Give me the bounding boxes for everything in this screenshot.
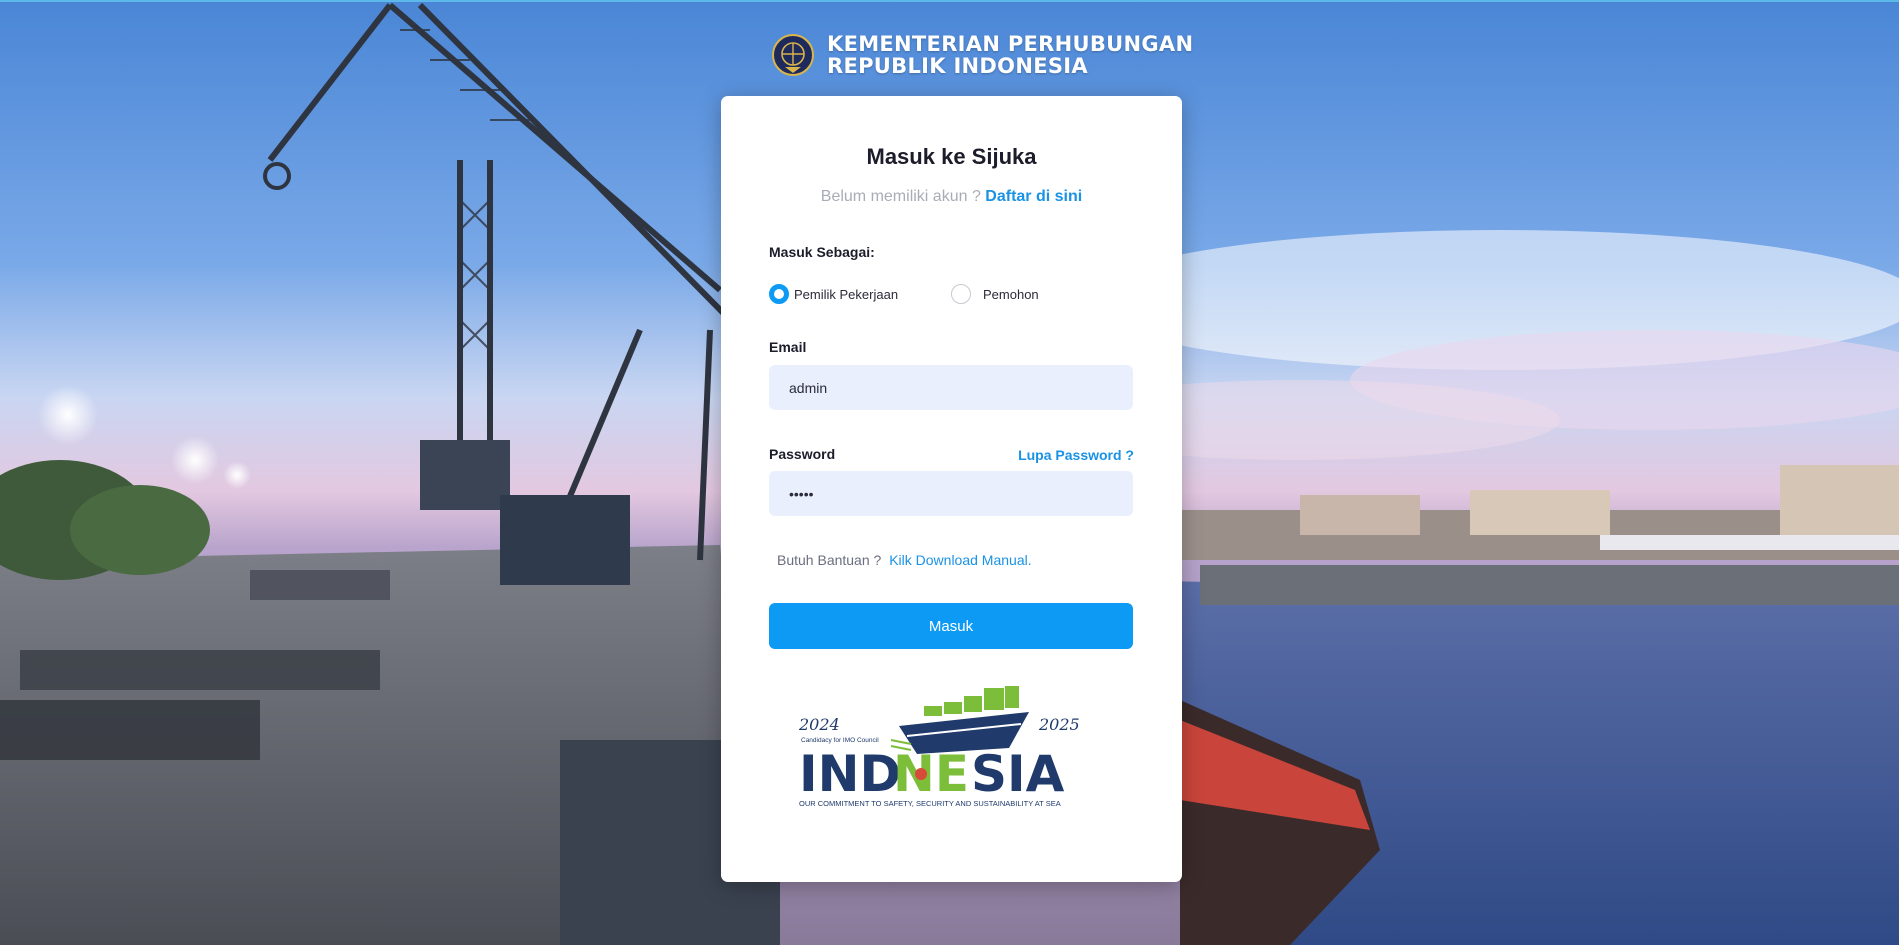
top-accent-line xyxy=(0,0,1899,2)
help-text: Butuh Bantuan ? xyxy=(777,552,882,568)
role-option-label: Pemilik Pekerjaan xyxy=(794,286,899,302)
role-label: Masuk Sebagai: xyxy=(769,244,875,260)
role-radio-pemilik-pekerjaan[interactable]: Pemilik Pekerjaan xyxy=(769,284,949,304)
no-account-text: Belum memiliki akun ? xyxy=(820,188,981,205)
register-prompt: Belum memiliki akun ? Daftar di sini xyxy=(721,188,1182,206)
logo-word-ne: NE xyxy=(893,745,969,803)
password-label: Password xyxy=(769,446,836,462)
email-field[interactable] xyxy=(769,365,1133,410)
register-link[interactable]: Daftar di sini xyxy=(985,188,1082,205)
ministry-name-line1: KEMENTERIAN PERHUBUNGAN xyxy=(827,32,1194,56)
logo-word-ind: IND xyxy=(799,745,901,803)
forgot-password-link[interactable]: Lupa Password ? xyxy=(1018,447,1134,463)
ministry-emblem-icon xyxy=(772,34,814,76)
download-manual-link[interactable]: Kilk Download Manual. xyxy=(889,552,1031,568)
globe-icon xyxy=(915,768,927,780)
help-line: Butuh Bantuan ? Kilk Download Manual. xyxy=(777,552,1032,568)
role-radio-pemohon[interactable]: Pemohon xyxy=(951,284,1039,304)
page-title: Masuk ke Sijuka xyxy=(866,144,1037,169)
year-start: 2024 xyxy=(799,715,840,734)
login-card: Masuk ke Sijuka Belum memiliki akun ? Da… xyxy=(721,96,1182,882)
password-field[interactable] xyxy=(769,471,1133,516)
logo-tagline: OUR COMMITMENT TO SAFETY, SECURITY AND S… xyxy=(799,799,1061,808)
logo-word-sia: SIA xyxy=(971,745,1065,803)
year-end: 2025 xyxy=(1038,715,1080,734)
imo-campaign-logo: 2024 2025 Candidacy for IMO Council IND … xyxy=(799,686,1080,808)
candidacy-text: Candidacy for IMO Council xyxy=(801,737,879,744)
role-option-label: Pemohon xyxy=(983,286,1039,302)
role-radio-group: Pemilik Pekerjaan Pemohon xyxy=(769,282,1039,306)
radio-selected-icon[interactable] xyxy=(769,284,789,304)
radio-unselected-icon[interactable] xyxy=(951,284,971,304)
email-label: Email xyxy=(769,339,807,355)
ministry-brand: KEMENTERIAN PERHUBUNGAN REPUBLIK INDONES… xyxy=(771,30,1193,80)
login-submit-button[interactable]: Masuk xyxy=(769,603,1133,649)
ministry-name-line2: REPUBLIK INDONESIA xyxy=(827,54,1088,78)
ship-icon xyxy=(890,686,1029,754)
